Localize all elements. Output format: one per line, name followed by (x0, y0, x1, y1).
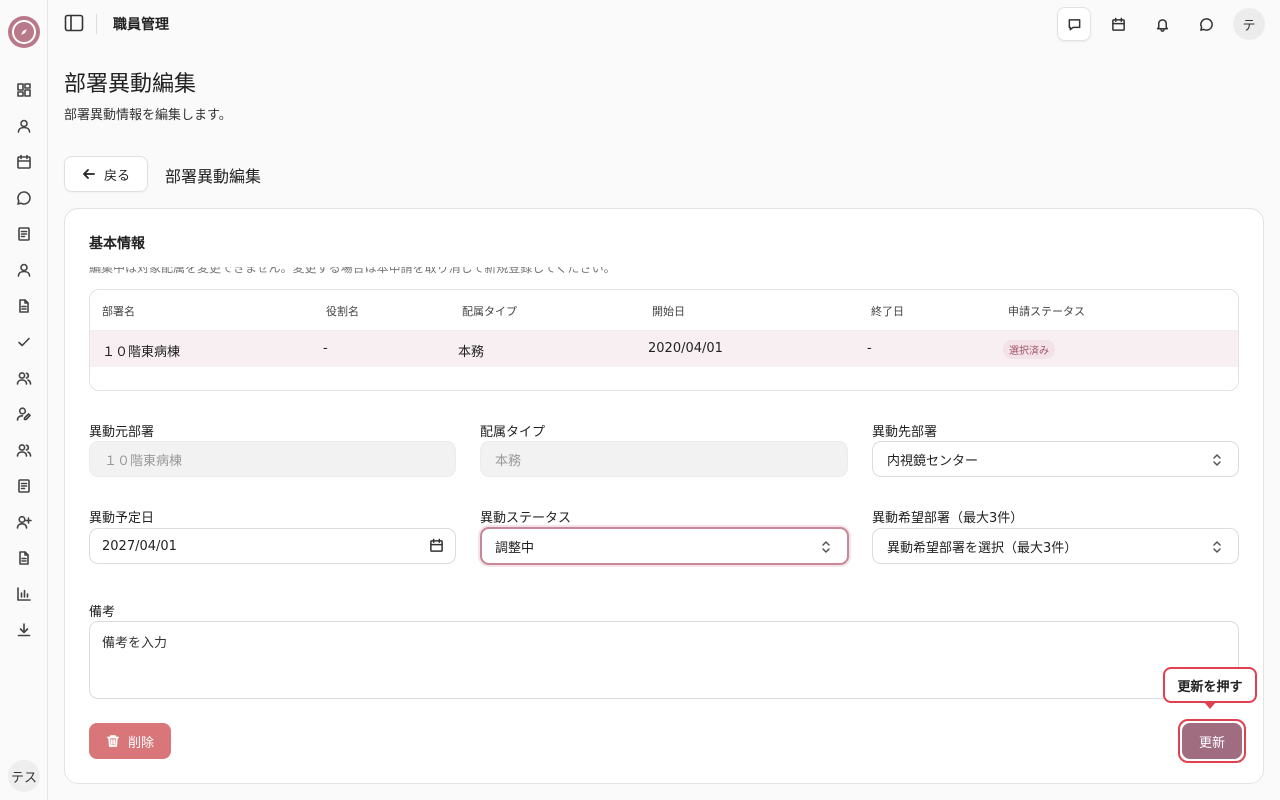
cell-department: １０階東病棟 (102, 345, 181, 360)
th-department: 部署名 (102, 305, 135, 318)
user-edit-icon[interactable] (14, 404, 34, 424)
card-title: 基本情報 (89, 236, 145, 252)
file-icon[interactable] (14, 296, 34, 316)
cell-start: 2020/04/01 (648, 341, 723, 356)
tooltip-arrow (1204, 702, 1216, 709)
hint-tooltip: 更新を押す (1163, 667, 1257, 703)
update-button[interactable]: 更新 (1182, 723, 1242, 759)
page-description: 部署異動情報を編集します。 (64, 108, 232, 123)
basic-info-card: 基本情報 編集中は対象配属を変更できません。変更する場合は本申請を取り消して新規… (64, 208, 1264, 784)
wish-select[interactable]: 異動希望部署を選択（最大3件） (872, 528, 1239, 564)
date-value: 2027/04/01 (102, 538, 177, 554)
from-dept-label: 異動元部署 (89, 425, 155, 440)
sidebar-toggle-icon[interactable] (64, 13, 86, 35)
status-value: 調整中 (495, 540, 535, 556)
to-dept-label: 異動先部署 (872, 425, 938, 440)
edit-note-text: 編集中は対象配属を変更できません。変更する場合は本申請を取り消して新規登録してく… (89, 267, 616, 275)
download-icon[interactable] (14, 620, 34, 640)
chevron-up-down-icon (1212, 453, 1222, 467)
chat-icon[interactable] (14, 188, 34, 208)
user-icon[interactable] (14, 116, 34, 136)
chevron-up-down-icon (1212, 540, 1222, 554)
to-dept-select[interactable]: 内視鏡センター (872, 441, 1239, 477)
trash-icon (107, 735, 119, 747)
user-icon[interactable] (14, 260, 34, 280)
to-dept-value: 内視鏡センター (887, 453, 979, 469)
document-icon[interactable] (14, 476, 34, 496)
calendar-icon[interactable] (14, 152, 34, 172)
file-icon[interactable] (14, 548, 34, 568)
date-label: 異動予定日 (89, 511, 155, 526)
section-subtitle: 部署異動編集 (165, 167, 262, 186)
assignment-table: 部署名 役割名 配属タイプ 開始日 終了日 申請ステータス １０階東病棟 - 本… (89, 289, 1239, 391)
status-badge: 選択済み (1003, 340, 1055, 359)
th-start: 開始日 (652, 305, 685, 318)
header-divider (96, 14, 97, 34)
th-type: 配属タイプ (462, 305, 517, 318)
top-header: 職員管理 テ (48, 0, 1280, 48)
assign-type-field: 本務 (480, 441, 848, 477)
sidebar-user-avatar[interactable]: テス (8, 760, 40, 792)
table-row[interactable]: １０階東病棟 - 本務 2020/04/01 - 選択済み (90, 331, 1238, 367)
status-label: 異動ステータス (480, 511, 572, 526)
status-select[interactable]: 調整中 (480, 527, 849, 565)
delete-button[interactable]: 削除 (89, 723, 171, 759)
message-square-icon[interactable] (1057, 7, 1091, 41)
sidebar: テス (0, 0, 48, 800)
calendar-icon[interactable] (429, 538, 445, 554)
wish-label: 異動希望部署（最大3件） (872, 511, 1024, 526)
remarks-textarea[interactable]: 備考を入力 (89, 621, 1239, 699)
arrow-left-icon (83, 169, 95, 179)
th-status: 申請ステータス (1008, 305, 1085, 318)
user-plus-icon[interactable] (14, 512, 34, 532)
calendar-icon[interactable] (1102, 8, 1134, 40)
page-title: 部署異動編集 (64, 72, 197, 97)
back-button[interactable]: 戻る (64, 156, 148, 192)
date-input[interactable]: 2027/04/01 (89, 528, 456, 564)
from-dept-field: １０階東病棟 (89, 441, 456, 477)
assign-type-label: 配属タイプ (480, 425, 546, 440)
bar-chart-icon[interactable] (14, 584, 34, 604)
back-button-label: 戻る (103, 168, 130, 184)
cell-type: 本務 (458, 345, 485, 360)
dashboard-icon[interactable] (14, 80, 34, 100)
delete-button-label: 削除 (127, 735, 154, 751)
cell-role: - (323, 341, 328, 356)
edit-note: 編集中は対象配属を変更できません。変更する場合は本申請を取り消して新規登録してく… (89, 267, 889, 277)
document-icon[interactable] (14, 224, 34, 244)
users-icon[interactable] (14, 440, 34, 460)
user-avatar[interactable]: テ (1233, 8, 1265, 40)
th-role: 役割名 (326, 305, 359, 318)
app-logo-icon[interactable] (8, 16, 40, 48)
cell-end: - (867, 341, 872, 356)
th-end: 終了日 (871, 305, 904, 318)
chevron-up-down-icon (821, 540, 831, 554)
header-title: 職員管理 (113, 17, 169, 33)
check-icon[interactable] (14, 332, 34, 352)
chat-icon[interactable] (1190, 8, 1222, 40)
users-icon[interactable] (14, 368, 34, 388)
wish-value: 異動希望部署を選択（最大3件） (887, 540, 1078, 556)
table-header: 部署名 役割名 配属タイプ 開始日 終了日 申請ステータス (90, 290, 1238, 331)
bell-icon[interactable] (1146, 8, 1178, 40)
remarks-label: 備考 (89, 605, 116, 620)
